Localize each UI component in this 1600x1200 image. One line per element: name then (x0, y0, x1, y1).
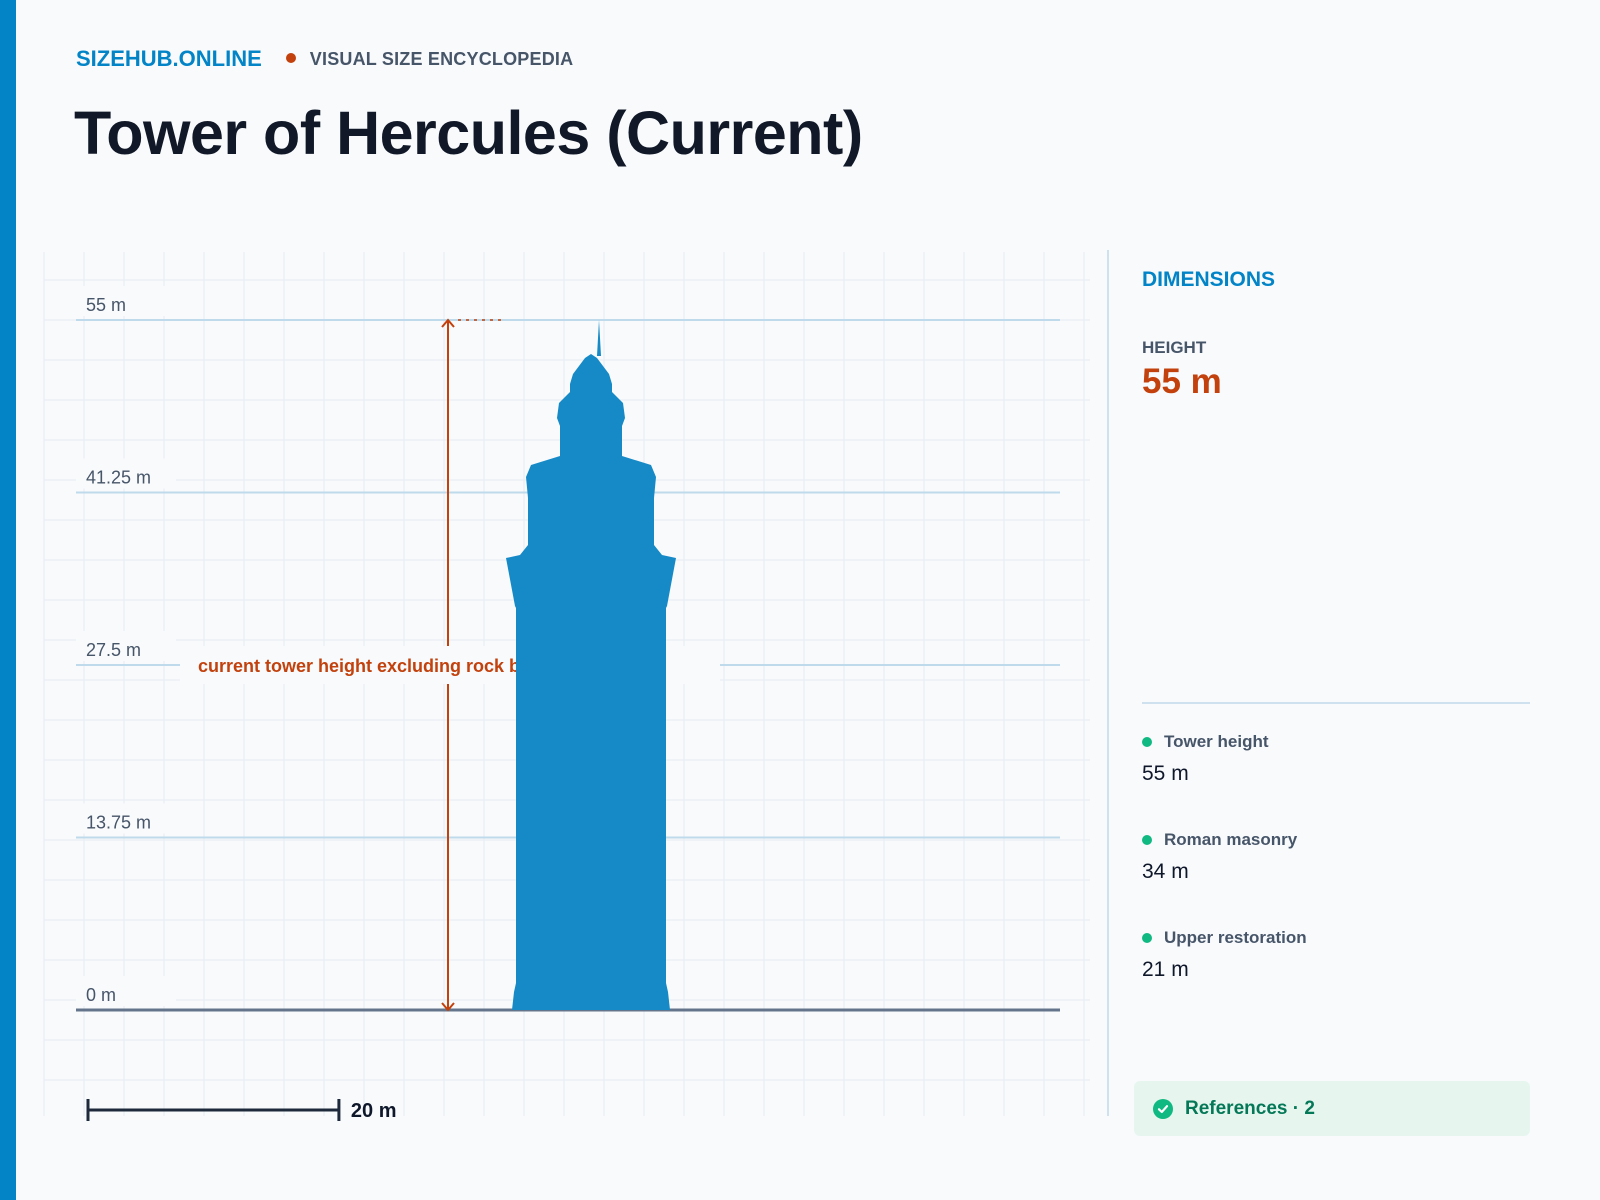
panel-separator (1142, 702, 1530, 704)
dimensions-title: DIMENSIONS (1142, 268, 1276, 291)
references-button[interactable]: References · 2 (1134, 1081, 1530, 1136)
y-tick-label: 13.75 m (86, 813, 151, 833)
y-axis-ticks: 0 m 13.75 m 27.5 m 41.25 m 55 m (76, 286, 176, 1006)
y-tick-label: 0 m (86, 985, 116, 1005)
bullet-dot-icon (1142, 835, 1152, 845)
tower-silhouette (506, 320, 676, 1010)
dimension-value: 21 m (1142, 958, 1189, 981)
panel-divider (1107, 250, 1109, 1116)
dimension-item-roman-masonry: Roman masonry 34 m (1142, 830, 1297, 884)
dimension-label: Tower height (1164, 732, 1269, 751)
y-tick-label: 27.5 m (86, 640, 141, 660)
y-tick-label: 55 m (86, 295, 126, 315)
y-tick-label: 41.25 m (86, 468, 151, 488)
scale-bar-label: 20 m (351, 1100, 397, 1122)
dimension-label: Roman masonry (1164, 830, 1298, 849)
bullet-dot-icon (1142, 933, 1152, 943)
dimension-value: 55 m (1142, 762, 1189, 785)
bullet-dot-icon (1142, 737, 1152, 747)
references-label: References · 2 (1185, 1097, 1315, 1119)
dimension-item-tower-height: Tower height 55 m (1142, 732, 1269, 786)
scale-bar: 20 m (86, 1099, 397, 1122)
height-label: HEIGHT (1142, 338, 1207, 357)
dimension-value: 34 m (1142, 860, 1189, 883)
height-value: 55 m (1142, 362, 1222, 401)
height-chart: 0 m13.75 m27.5 m41.25 m55 m current towe… (43, 252, 1090, 1122)
dimension-item-upper-restoration: Upper restoration 21 m (1142, 928, 1307, 982)
check-circle-icon (1153, 1098, 1173, 1119)
dimension-label: Upper restoration (1164, 928, 1307, 947)
